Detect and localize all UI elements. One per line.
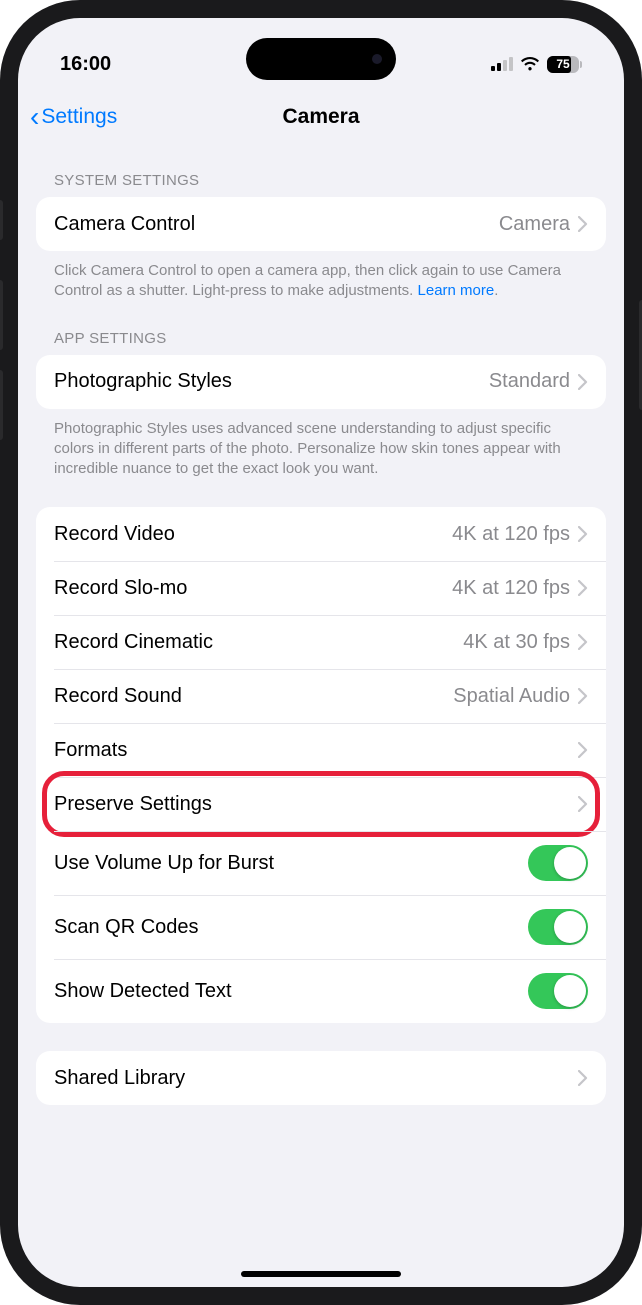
chevron-right-icon bbox=[578, 374, 588, 390]
battery-percent: 75 bbox=[556, 57, 569, 71]
group-system: Camera Control Camera bbox=[36, 197, 606, 251]
section-header-app: APP SETTINGS bbox=[36, 302, 606, 355]
chevron-right-icon bbox=[578, 1070, 588, 1086]
status-time: 16:00 bbox=[60, 53, 111, 76]
back-label: Settings bbox=[41, 105, 117, 129]
chevron-right-icon bbox=[578, 634, 588, 650]
nav-bar: ‹ Settings Camera bbox=[18, 90, 624, 144]
status-right: 75 bbox=[491, 56, 582, 73]
footer-system: Click Camera Control to open a camera ap… bbox=[36, 251, 606, 302]
row-use-volume-up-for-burst[interactable]: Use Volume Up for Burst bbox=[36, 831, 606, 895]
chevron-right-icon bbox=[578, 580, 588, 596]
battery-icon: 75 bbox=[547, 56, 582, 73]
volume-down-button bbox=[0, 370, 3, 440]
row-value: 4K at 30 fps bbox=[463, 631, 570, 654]
row-value: 4K at 120 fps bbox=[452, 523, 570, 546]
home-indicator[interactable] bbox=[241, 1271, 401, 1277]
row-label: Shared Library bbox=[54, 1067, 185, 1090]
section-header-system: SYSTEM SETTINGS bbox=[36, 144, 606, 197]
row-label: Record Sound bbox=[54, 685, 182, 708]
learn-more-link[interactable]: Learn more bbox=[418, 282, 495, 299]
dynamic-island bbox=[246, 38, 396, 80]
back-button[interactable]: ‹ Settings bbox=[30, 103, 117, 131]
group-shared: Shared Library bbox=[36, 1051, 606, 1105]
row-label: Record Video bbox=[54, 523, 175, 546]
side-button bbox=[0, 200, 3, 240]
row-label: Scan QR Codes bbox=[54, 916, 199, 939]
row-preserve-settings[interactable]: Preserve Settings bbox=[36, 777, 606, 831]
group-record: Record Video 4K at 120 fps Record Slo-mo 4K… bbox=[36, 507, 606, 1023]
chevron-right-icon bbox=[578, 216, 588, 232]
row-value: Spatial Audio bbox=[453, 685, 570, 708]
toggle-scan-qr-codes[interactable] bbox=[528, 909, 588, 945]
cellular-signal-icon bbox=[491, 57, 513, 71]
toggle-show-detected-text[interactable] bbox=[528, 973, 588, 1009]
row-label: Photographic Styles bbox=[54, 370, 232, 393]
row-record-slo-mo[interactable]: Record Slo-mo 4K at 120 fps bbox=[36, 561, 606, 615]
row-camera-control[interactable]: Camera Control Camera bbox=[36, 197, 606, 251]
volume-up-button bbox=[0, 280, 3, 350]
footer-app: Photographic Styles uses advanced scene … bbox=[36, 409, 606, 480]
row-record-sound[interactable]: Record Sound Spatial Audio bbox=[36, 669, 606, 723]
row-label: Record Cinematic bbox=[54, 631, 213, 654]
row-label: Use Volume Up for Burst bbox=[54, 852, 274, 875]
row-label: Preserve Settings bbox=[54, 793, 212, 816]
toggle-use-volume-up-for-burst[interactable] bbox=[528, 845, 588, 881]
screen: 16:00 75 ‹ Settings Camera SYSTEM SETTIN… bbox=[18, 18, 624, 1287]
row-value: Camera bbox=[499, 213, 570, 236]
row-value: 4K at 120 fps bbox=[452, 577, 570, 600]
row-scan-qr-codes[interactable]: Scan QR Codes bbox=[36, 895, 606, 959]
row-formats[interactable]: Formats bbox=[36, 723, 606, 777]
chevron-left-icon: ‹ bbox=[30, 103, 39, 131]
row-show-detected-text[interactable]: Show Detected Text bbox=[36, 959, 606, 1023]
camera-dot-icon bbox=[372, 54, 382, 64]
row-record-cinematic[interactable]: Record Cinematic 4K at 30 fps bbox=[36, 615, 606, 669]
row-record-video[interactable]: Record Video 4K at 120 fps bbox=[36, 507, 606, 561]
row-label: Formats bbox=[54, 739, 127, 762]
device-frame: 16:00 75 ‹ Settings Camera SYSTEM SETTIN… bbox=[0, 0, 642, 1305]
row-label: Record Slo-mo bbox=[54, 577, 187, 600]
row-value: Standard bbox=[489, 370, 570, 393]
chevron-right-icon bbox=[578, 742, 588, 758]
wifi-icon bbox=[520, 56, 540, 72]
content: SYSTEM SETTINGS Camera Control Camera Cl… bbox=[18, 144, 624, 1145]
chevron-right-icon bbox=[578, 688, 588, 704]
row-label: Camera Control bbox=[54, 213, 195, 236]
chevron-right-icon bbox=[578, 526, 588, 542]
group-app: Photographic Styles Standard bbox=[36, 355, 606, 409]
row-shared-library[interactable]: Shared Library bbox=[36, 1051, 606, 1105]
row-photographic-styles[interactable]: Photographic Styles Standard bbox=[36, 355, 606, 409]
chevron-right-icon bbox=[578, 796, 588, 812]
row-label: Show Detected Text bbox=[54, 980, 232, 1003]
